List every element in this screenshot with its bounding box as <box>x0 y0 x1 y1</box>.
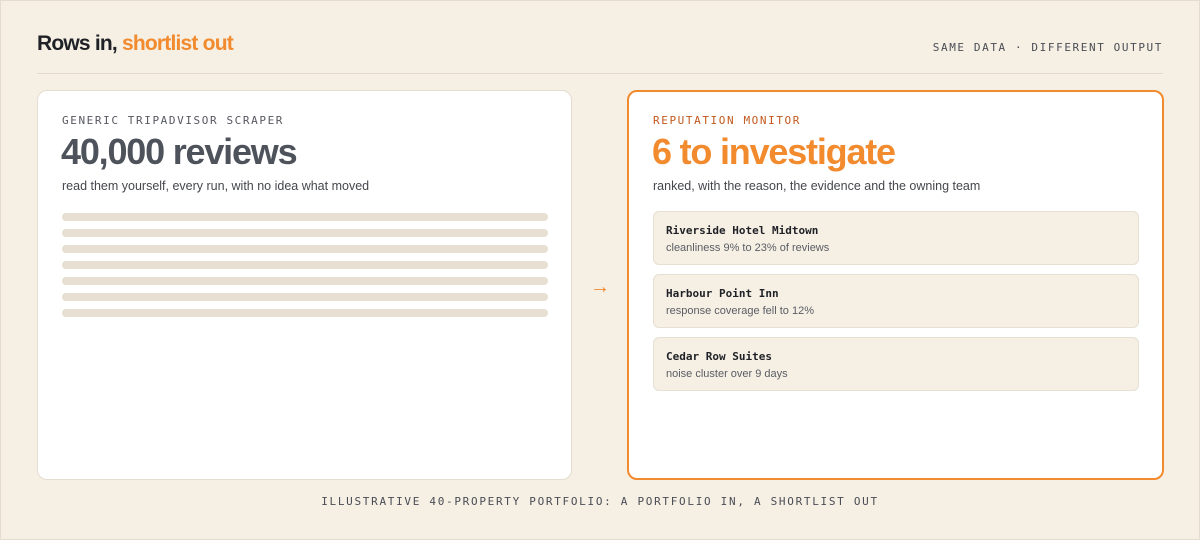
footer-caption: ILLUSTRATIVE 40-PROPERTY PORTFOLIO: A PO… <box>321 495 879 508</box>
shortlist-item-name: Cedar Row Suites <box>666 350 772 363</box>
shortlist-item[interactable]: Cedar Row Suites noise cluster over 9 da… <box>653 337 1139 391</box>
placeholder-line <box>62 213 548 221</box>
right-card-eyebrow: REPUTATION MONITOR <box>653 114 802 127</box>
title-accent: shortlist out <box>116 32 234 55</box>
header: Rows in, shortlist out SAME DATA · DIFFE… <box>37 30 1163 74</box>
shortlist-item-reason: response coverage fell to 12% <box>666 305 814 317</box>
placeholder-line <box>62 309 548 317</box>
generic-scraper-card: GENERIC TRIPADVISOR SCRAPER 40,000 revie… <box>37 90 572 480</box>
placeholder-line <box>62 229 548 237</box>
left-card-subtitle: read them yourself, every run, with no i… <box>62 179 370 193</box>
shortlist-item-name: Riverside Hotel Midtown <box>666 224 819 237</box>
title-main: Rows in, <box>37 32 118 55</box>
right-card-subtitle: ranked, with the reason, the evidence an… <box>653 179 981 193</box>
review-placeholder-lines <box>62 213 548 325</box>
shortlist-item[interactable]: Harbour Point Inn response coverage fell… <box>653 274 1139 328</box>
left-card-eyebrow: GENERIC TRIPADVISOR SCRAPER <box>62 114 285 127</box>
placeholder-line <box>62 261 548 269</box>
shortlist-item[interactable]: Riverside Hotel Midtown cleanliness 9% t… <box>653 211 1139 265</box>
shortlist-item-reason: noise cluster over 9 days <box>666 368 788 380</box>
placeholder-line <box>62 245 548 253</box>
shortlist-item-name: Harbour Point Inn <box>666 287 779 300</box>
placeholder-line <box>62 293 548 301</box>
reputation-monitor-card: REPUTATION MONITOR 6 to investigate rank… <box>627 90 1164 480</box>
right-card-headline: 6 to investigate <box>652 131 896 172</box>
placeholder-line <box>62 277 548 285</box>
page-title: Rows in, shortlist out <box>37 32 234 56</box>
left-card-headline: 40,000 reviews <box>61 131 298 172</box>
shortlist-item-reason: cleanliness 9% to 23% of reviews <box>666 242 830 254</box>
tagline: SAME DATA · DIFFERENT OUTPUT <box>932 41 1163 54</box>
arrow-right-icon: → <box>590 276 610 298</box>
shortlist: Riverside Hotel Midtown cleanliness 9% t… <box>653 211 1139 400</box>
